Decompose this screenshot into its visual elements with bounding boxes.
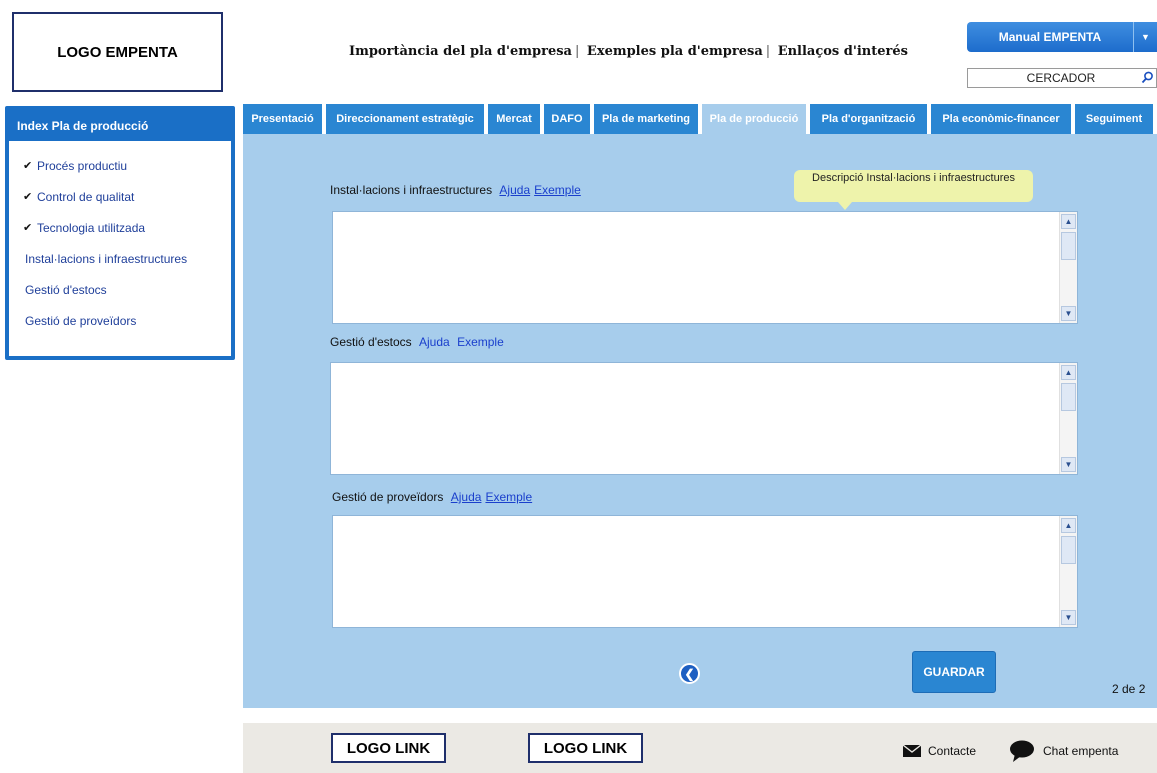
manual-button-label: Manual EMPENTA <box>998 30 1102 44</box>
textarea-scrollbar[interactable]: ▲ ▼ <box>1059 516 1077 627</box>
back-arrow-icon[interactable]: ❮ <box>679 663 700 684</box>
tab-seguiment[interactable]: Seguiment <box>1075 104 1153 134</box>
sidebar-index: Index Pla de producció ✔ Procés productiu… <box>5 106 235 360</box>
textarea-scrollbar[interactable]: ▲ ▼ <box>1059 363 1077 474</box>
logo-empenta[interactable]: LOGO EMPENTA <box>12 12 223 92</box>
nav-link-importancia[interactable]: Importància del pla d'empresa <box>349 44 572 59</box>
sidebar-item-control-qualitat[interactable]: ✔ Control de qualitat <box>23 190 231 221</box>
field-label-gestio-estocs: Gestió d'estocs Ajuda Exemple <box>330 335 504 349</box>
sidebar-item-label: Gestió de proveïdors <box>25 314 137 328</box>
tab-pla-organitzacio[interactable]: Pla d'organització <box>810 104 927 134</box>
example-link[interactable]: Exemple <box>534 183 581 197</box>
scroll-thumb[interactable] <box>1061 383 1076 411</box>
check-icon: ✔ <box>23 191 33 203</box>
save-button[interactable]: GUARDAR <box>912 651 996 693</box>
nav-link-enllacos[interactable]: Enllaços d'interés <box>778 44 908 59</box>
chat-label: Chat empenta <box>1043 744 1119 758</box>
sidebar-item-label: Tecnologia utilitzada <box>37 221 146 235</box>
search-input[interactable] <box>968 69 1140 87</box>
scroll-up-icon[interactable]: ▲ <box>1061 365 1076 380</box>
tab-direccionament[interactable]: Direccionament estratègic <box>326 104 484 134</box>
sidebar-item-proces-productiu[interactable]: ✔ Procés productiu <box>23 159 231 190</box>
tab-presentacio[interactable]: Presentació <box>243 104 322 134</box>
footer-logo-link-2[interactable]: LOGO LINK <box>528 733 643 763</box>
help-link[interactable]: Ajuda <box>451 490 482 504</box>
footer-logo-link-1[interactable]: LOGO LINK <box>331 733 446 763</box>
contact-label: Contacte <box>928 744 977 758</box>
sidebar-item-label: Instal·lacions i infraestructures <box>25 252 188 266</box>
envelope-icon <box>903 745 921 757</box>
field-label-installacions: Instal·lacions i infraestructures Ajuda E… <box>330 183 581 197</box>
nav-link-exemples[interactable]: Exemples pla d'empresa <box>587 44 763 59</box>
field-label-text: Gestió d'estocs <box>330 335 412 349</box>
scroll-thumb[interactable] <box>1061 536 1076 564</box>
sidebar-item-gestio-proveidors[interactable]: Gestió de proveïdors <box>23 314 231 345</box>
field-label-gestio-proveidors: Gestió de proveïdors Ajuda Exemple <box>332 490 532 504</box>
scroll-down-icon[interactable]: ▼ <box>1061 610 1076 625</box>
installacions-textarea[interactable]: ▲ ▼ <box>332 211 1078 324</box>
tab-dafo[interactable]: DAFO <box>544 104 590 134</box>
sidebar-title: Index Pla de producció <box>9 110 231 141</box>
gestio-proveidors-textarea[interactable]: ▲ ▼ <box>332 515 1078 628</box>
tab-pla-economic[interactable]: Pla econòmic-financer <box>931 104 1071 134</box>
contact-link[interactable]: Contacte <box>903 744 976 758</box>
top-navigation: Importància del pla d'empresa | Exemples … <box>349 44 908 59</box>
sidebar-item-tecnologia[interactable]: ✔ Tecnologia utilitzada <box>23 221 231 252</box>
sidebar-item-gestio-estocs[interactable]: Gestió d'estocs <box>23 283 231 314</box>
sidebar-item-label: Control de qualitat <box>37 190 135 204</box>
sidebar-item-label: Procés productiu <box>37 159 128 173</box>
help-link[interactable]: Ajuda <box>499 183 530 197</box>
check-icon: ✔ <box>23 160 33 172</box>
tab-mercat[interactable]: Mercat <box>488 104 540 134</box>
sidebar-item-label: Gestió d'estocs <box>25 283 107 297</box>
search-box <box>967 68 1157 88</box>
chat-link[interactable]: Chat empenta <box>1009 740 1118 762</box>
scroll-down-icon[interactable]: ▼ <box>1061 306 1076 321</box>
nav-separator: | <box>765 44 771 59</box>
scroll-up-icon[interactable]: ▲ <box>1061 214 1076 229</box>
tab-pla-marketing[interactable]: Pla de marketing <box>594 104 698 134</box>
scroll-thumb[interactable] <box>1061 232 1076 260</box>
textarea-scrollbar[interactable]: ▲ ▼ <box>1059 212 1077 323</box>
field-tooltip: Descripció Instal·lacions i infraestruct… <box>794 170 1033 210</box>
chat-bubble-icon <box>1010 740 1034 762</box>
page-indicator: 2 de 2 <box>1112 682 1146 696</box>
sidebar-list: ✔ Procés productiu ✔ Control de qualitat ✔… <box>9 141 231 345</box>
example-link[interactable]: Exemple <box>485 490 532 504</box>
manual-empenta-button[interactable]: Manual EMPENTA ▼ <box>967 22 1157 52</box>
search-icon[interactable] <box>1140 70 1156 86</box>
sidebar-item-installacions[interactable]: Instal·lacions i infraestructures <box>23 252 231 283</box>
scroll-up-icon[interactable]: ▲ <box>1061 518 1076 533</box>
tab-pla-produccio[interactable]: Pla de producció <box>702 104 806 134</box>
section-tabs: Presentació Direccionament estratègic Me… <box>243 104 1153 134</box>
nav-separator: | <box>574 44 580 59</box>
chevron-down-icon[interactable]: ▼ <box>1133 22 1157 52</box>
help-link[interactable]: Ajuda <box>419 335 450 349</box>
gestio-estocs-textarea[interactable]: ▲ ▼ <box>330 362 1078 475</box>
check-icon: ✔ <box>23 222 33 234</box>
example-link[interactable]: Exemple <box>457 335 504 349</box>
scroll-down-icon[interactable]: ▼ <box>1061 457 1076 472</box>
field-label-text: Instal·lacions i infraestructures <box>330 183 493 197</box>
field-label-text: Gestió de proveïdors <box>332 490 444 504</box>
